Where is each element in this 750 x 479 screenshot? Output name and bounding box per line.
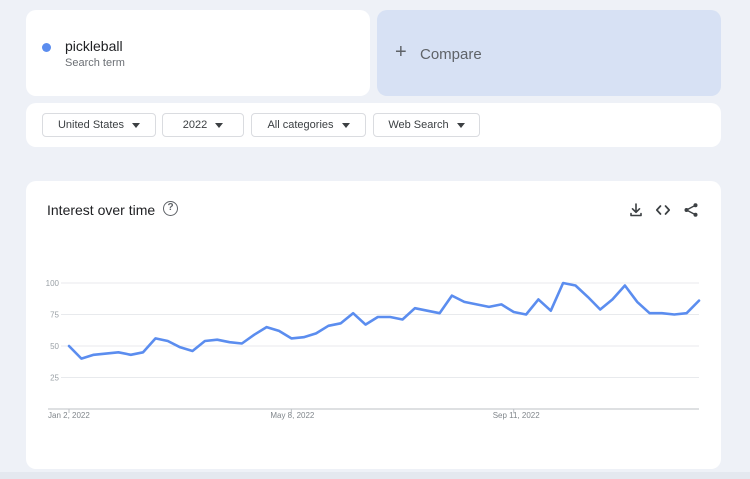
data-point[interactable] bbox=[103, 351, 109, 357]
data-point[interactable] bbox=[251, 332, 257, 338]
data-point[interactable] bbox=[202, 338, 208, 344]
data-point[interactable] bbox=[325, 323, 331, 329]
data-point[interactable] bbox=[239, 340, 245, 346]
y-tick-label: 75 bbox=[50, 311, 59, 320]
data-point[interactable] bbox=[362, 322, 368, 328]
data-point[interactable] bbox=[375, 314, 381, 320]
x-tick-label: Jan 2, 2022 bbox=[48, 411, 90, 420]
data-point[interactable] bbox=[585, 294, 591, 300]
data-point[interactable] bbox=[684, 310, 690, 316]
compare-label: Compare bbox=[420, 46, 482, 63]
category-dropdown-label: All categories bbox=[267, 119, 334, 131]
page-bottom-band bbox=[0, 472, 750, 479]
data-point[interactable] bbox=[276, 328, 282, 334]
data-point[interactable] bbox=[548, 308, 554, 314]
time-range-dropdown-label: 2022 bbox=[182, 119, 208, 131]
data-point[interactable] bbox=[165, 338, 171, 344]
data-point[interactable] bbox=[671, 312, 677, 318]
interest-line-chart: 25 50 75 100 Jan 2, 2022 May 8, 2022 Sep 11, … bbox=[46, 279, 702, 420]
data-point[interactable] bbox=[622, 283, 628, 289]
search-term-card[interactable]: pickleball Search term bbox=[26, 10, 370, 96]
data-point[interactable] bbox=[610, 296, 616, 302]
data-point[interactable] bbox=[140, 349, 146, 355]
data-point[interactable] bbox=[91, 352, 97, 358]
caret-down-icon bbox=[132, 122, 141, 128]
data-point[interactable] bbox=[78, 356, 84, 362]
country-dropdown-label: United States bbox=[57, 119, 125, 131]
data-point[interactable] bbox=[338, 320, 344, 326]
data-point[interactable] bbox=[634, 299, 640, 305]
data-point[interactable] bbox=[597, 306, 603, 312]
interest-over-time-card: Interest over time ? 25 50 75 100 Jan 2, 20… bbox=[26, 181, 721, 469]
data-point[interactable] bbox=[400, 317, 406, 323]
data-point[interactable] bbox=[227, 339, 233, 345]
caret-down-icon bbox=[215, 122, 224, 128]
data-point[interactable] bbox=[301, 334, 307, 340]
data-point[interactable] bbox=[264, 324, 270, 330]
filters-bar: United States 2022 All categories Web Se… bbox=[26, 103, 721, 147]
data-point[interactable] bbox=[560, 280, 566, 286]
caret-down-icon bbox=[341, 122, 350, 128]
data-point[interactable] bbox=[152, 335, 158, 341]
y-tick-label: 25 bbox=[50, 374, 59, 383]
data-point[interactable] bbox=[647, 310, 653, 316]
series-color-dot bbox=[42, 43, 51, 52]
data-point[interactable] bbox=[214, 337, 220, 343]
category-dropdown[interactable]: All categories bbox=[251, 113, 366, 137]
compare-button[interactable]: + Compare bbox=[377, 10, 721, 96]
x-tick-label: Sep 11, 2022 bbox=[493, 411, 541, 420]
data-point[interactable] bbox=[461, 299, 467, 305]
data-point[interactable] bbox=[659, 310, 665, 316]
time-range-dropdown[interactable]: 2022 bbox=[162, 113, 244, 137]
data-point[interactable] bbox=[313, 330, 319, 336]
data-point[interactable] bbox=[498, 301, 504, 307]
data-point[interactable] bbox=[523, 312, 529, 318]
data-point[interactable] bbox=[115, 349, 121, 355]
caret-down-icon bbox=[456, 122, 465, 128]
data-point[interactable] bbox=[350, 310, 356, 316]
data-point[interactable] bbox=[511, 309, 517, 315]
search-type-dropdown-label: Web Search bbox=[388, 119, 449, 131]
data-point[interactable] bbox=[66, 343, 72, 349]
plus-icon: + bbox=[395, 41, 407, 63]
x-tick-label: May 8, 2022 bbox=[270, 411, 315, 420]
data-point[interactable] bbox=[190, 348, 196, 354]
data-point[interactable] bbox=[474, 301, 480, 307]
search-term-subtitle: Search term bbox=[65, 57, 125, 69]
data-point[interactable] bbox=[696, 298, 702, 304]
data-point[interactable] bbox=[535, 296, 541, 302]
y-tick-label: 100 bbox=[46, 279, 60, 288]
data-point[interactable] bbox=[437, 310, 443, 316]
y-tick-label: 50 bbox=[50, 342, 59, 351]
data-point[interactable] bbox=[177, 344, 183, 350]
series-line bbox=[67, 281, 701, 360]
data-point[interactable] bbox=[572, 283, 578, 289]
search-term-name[interactable]: pickleball bbox=[65, 38, 123, 54]
data-point[interactable] bbox=[486, 304, 492, 310]
search-type-dropdown[interactable]: Web Search bbox=[373, 113, 480, 137]
data-point[interactable] bbox=[412, 305, 418, 311]
data-point[interactable] bbox=[128, 352, 134, 358]
country-dropdown[interactable]: United States bbox=[42, 113, 156, 137]
data-point[interactable] bbox=[424, 308, 430, 314]
data-point[interactable] bbox=[449, 293, 455, 299]
data-point[interactable] bbox=[387, 314, 393, 320]
data-point[interactable] bbox=[288, 335, 294, 341]
